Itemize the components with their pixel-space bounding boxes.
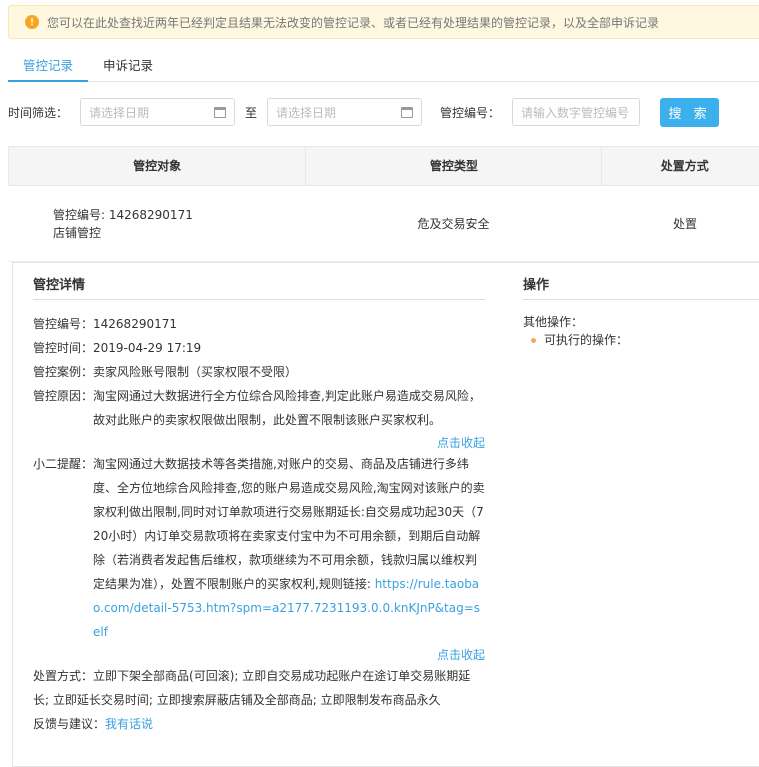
control-object-cell: 管控编号: 14268290171 店铺管控 — [8, 206, 305, 242]
detail-tip-row: 小二提醒： 淘宝网通过大数据技术等各类措施,对账户的交易、商品及店铺进行多纬度、… — [33, 452, 485, 644]
detail-disposal-label: 处置方式： — [33, 669, 94, 683]
detail-left: 管控详情 管控编号： 14268290171 管控时间： 2019-04-29 … — [33, 263, 485, 736]
detail-id-row: 管控编号： 14268290171 — [33, 312, 485, 336]
detail-tip-label: 小二提醒： — [33, 457, 94, 471]
tab-appeal-records[interactable]: 申诉记录 — [88, 52, 168, 82]
start-date-input[interactable]: 请选择日期 — [80, 98, 236, 126]
end-date-placeholder: 请选择日期 — [276, 105, 337, 120]
collapse-link[interactable]: 点击收起 — [33, 434, 485, 452]
number-filter-label: 管控编号： — [440, 105, 501, 120]
detail-tip-text: 淘宝网通过大数据技术等各类措施,对账户的交易、商品及店铺进行多纬度、全方位地综合… — [93, 457, 485, 591]
detail-time-row: 管控时间： 2019-04-29 17:19 — [33, 336, 485, 360]
collapse-link[interactable]: 点击收起 — [33, 646, 485, 664]
feedback-link[interactable]: 我有话说 — [105, 717, 153, 731]
calendar-icon — [401, 106, 414, 118]
detail-disposal-value: 立即下架全部商品(可回滚); 立即自交易成功起账户在途订单交易账期延长; 立即延… — [33, 669, 471, 707]
detail-case-value: 卖家风险账号限制（买家权限不受限） — [93, 365, 298, 379]
detail-tip-value: 淘宝网通过大数据技术等各类措施,对账户的交易、商品及店铺进行多纬度、全方位地综合… — [93, 452, 485, 644]
calendar-icon — [214, 106, 227, 118]
search-button[interactable]: 搜 索 — [660, 97, 720, 127]
detail-reason-label: 管控原因： — [33, 389, 94, 403]
notice-bar: ! 您可以在此处查找近两年已经判定且结果无法改变的管控记录、或者已经有处理结果的… — [8, 5, 759, 39]
bullet-dot-icon — [531, 337, 536, 343]
records-table: 管控对象 管控类型 处置方式 管控编号: 14268290171 店铺管控 危及… — [8, 146, 759, 262]
control-number-input[interactable]: 请输入数字管控编号 — [512, 98, 641, 126]
detail-title: 管控详情 — [33, 263, 485, 300]
filter-bar: 时间筛选： 请选择日期 至 请选择日期 管控编号： 请输入数字管控编号 搜 索 — [8, 97, 759, 127]
detail-disposal: 处置方式：立即下架全部商品(可回滚); 立即自交易成功起账户在途订单交易账期延长… — [33, 664, 485, 712]
control-number-placeholder: 请输入数字管控编号 — [521, 105, 630, 120]
end-date-input[interactable]: 请选择日期 — [267, 98, 423, 126]
detail-time-value: 2019-04-29 17:19 — [93, 341, 202, 355]
warning-icon: ! — [25, 15, 39, 29]
start-date-placeholder: 请选择日期 — [89, 105, 150, 120]
time-filter-label: 时间筛选： — [8, 105, 69, 120]
detail-case-label: 管控案例： — [33, 365, 94, 379]
detail-time-label: 管控时间： — [33, 341, 94, 355]
control-number-text: 管控编号: 14268290171 — [53, 207, 193, 222]
detail-id-value: 14268290171 — [93, 317, 177, 331]
executable-operations-label: 可执行的操作： — [544, 333, 629, 347]
control-type-cell: 危及交易安全 — [417, 217, 490, 231]
operations-title: 操作 — [523, 263, 759, 300]
detail-reason-value: 淘宝网通过大数据进行全方位综合风险排查,判定此账户易造成交易风险，故对此账户的卖… — [93, 389, 481, 427]
table-row[interactable]: 管控编号: 14268290171 店铺管控 危及交易安全 处置 — [8, 186, 759, 262]
detail-case-row: 管控案例： 卖家风险账号限制（买家权限不受限） — [33, 360, 485, 384]
table-header: 管控对象 管控类型 处置方式 — [8, 146, 759, 186]
to-label: 至 — [245, 105, 258, 120]
executable-operations-item: 可执行的操作： — [523, 331, 759, 349]
control-scope-text: 店铺管控 — [53, 225, 102, 240]
detail-feedback-label: 反馈与建议： — [33, 717, 106, 731]
header-disposal: 处置方式 — [601, 147, 759, 185]
tab-control-records[interactable]: 管控记录 — [8, 52, 89, 82]
detail-feedback: 反馈与建议：我有话说 — [33, 712, 485, 736]
record-tabs: 管控记录 申诉记录 — [8, 52, 759, 82]
operations-panel: 操作 其他操作： 可执行的操作： — [523, 263, 759, 349]
header-control-object: 管控对象 — [133, 159, 182, 173]
other-operations-label: 其他操作： — [523, 315, 584, 329]
operations-list: 其他操作： 可执行的操作： — [523, 313, 759, 349]
detail-id-label: 管控编号： — [33, 317, 94, 331]
header-control-type: 管控类型 — [305, 147, 601, 185]
detail-panel: 管控详情 管控编号： 14268290171 管控时间： 2019-04-29 … — [12, 262, 759, 767]
notice-text: 您可以在此处查找近两年已经判定且结果无法改变的管控记录、或者已经有处理结果的管控… — [47, 15, 660, 30]
disposal-cell: 处置 — [672, 217, 697, 231]
detail-reason-row: 管控原因： 淘宝网通过大数据进行全方位综合风险排查,判定此账户易造成交易风险，故… — [33, 384, 485, 432]
